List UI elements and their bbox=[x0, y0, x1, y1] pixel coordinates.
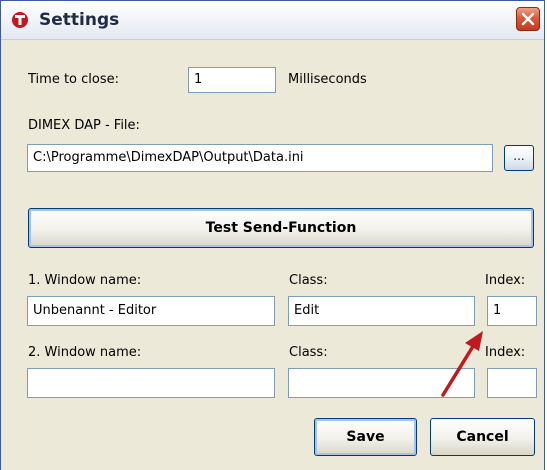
window-name-1-label: 1. Window name: bbox=[28, 273, 142, 288]
index-1-input[interactable]: 1 bbox=[487, 296, 537, 326]
app-icon bbox=[12, 12, 28, 28]
time-to-close-label: Time to close: bbox=[28, 72, 119, 87]
close-icon bbox=[521, 12, 535, 26]
browse-file-button[interactable]: ... bbox=[504, 145, 534, 171]
cancel-button[interactable]: Cancel bbox=[430, 418, 535, 456]
window-name-2-label: 2. Window name: bbox=[28, 345, 142, 360]
window-name-2-input[interactable] bbox=[27, 368, 275, 398]
dimex-file-input[interactable]: C:\Programme\DimexDAP\Output\Data.ini bbox=[27, 144, 493, 172]
index-2-input[interactable] bbox=[487, 368, 537, 398]
milliseconds-label: Milliseconds bbox=[288, 72, 367, 87]
title-bar[interactable]: Settings bbox=[1, 1, 544, 40]
window-title: Settings bbox=[39, 10, 120, 30]
index-1-label: Index: bbox=[485, 273, 526, 288]
dimex-file-label: DIMEX DAP - File: bbox=[28, 118, 140, 133]
window-name-1-input[interactable]: Unbenannt - Editor bbox=[27, 296, 275, 326]
time-to-close-input[interactable]: 1 bbox=[188, 67, 276, 93]
settings-dialog: Settings Time to close: 1 Milliseconds D… bbox=[0, 0, 545, 470]
class-1-label: Class: bbox=[289, 273, 328, 288]
close-button[interactable] bbox=[516, 7, 540, 31]
save-button[interactable]: Save bbox=[314, 418, 417, 456]
index-2-label: Index: bbox=[485, 345, 526, 360]
class-2-label: Class: bbox=[289, 345, 328, 360]
annotation-arrow-icon bbox=[441, 331, 483, 397]
test-send-function-button[interactable]: Test Send-Function bbox=[28, 208, 534, 248]
